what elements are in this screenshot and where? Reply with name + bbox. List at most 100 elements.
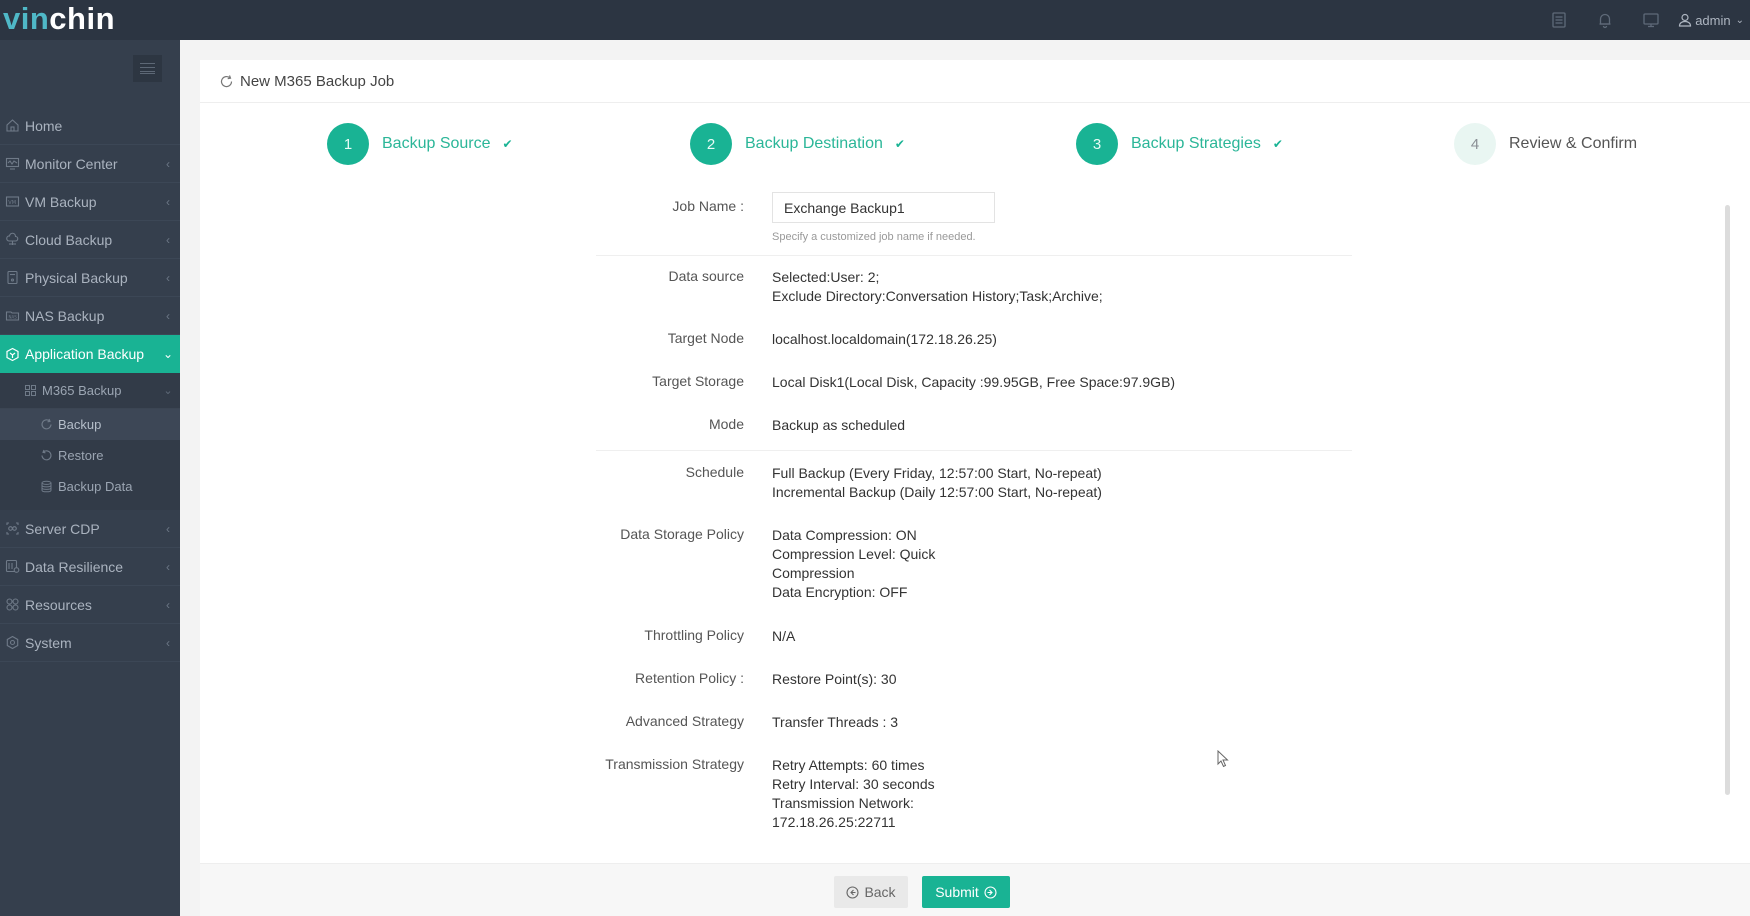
sidebar-item-cloud-backup[interactable]: Cloud Backup ‹: [0, 221, 180, 259]
step-backup-strategies[interactable]: 3 Backup Strategies ✔: [1076, 123, 1283, 165]
field-value: Local Disk1(Local Disk, Capacity :99.95G…: [772, 374, 1176, 390]
resilience-icon: [0, 559, 25, 574]
step-review-confirm[interactable]: 4 Review & Confirm: [1454, 123, 1637, 165]
checkmark-icon: ✔: [1272, 137, 1283, 151]
value-line: 172.18.26.25:22711: [772, 814, 896, 830]
vertical-scrollbar[interactable]: [1725, 205, 1730, 795]
step-label: Backup Strategies: [1131, 135, 1261, 152]
submenu-item-backup[interactable]: Backup: [0, 409, 180, 440]
sidebar: Home Monitor Center ‹ VM VM Backup ‹ Clo…: [0, 40, 180, 916]
step-label: Backup Destination: [745, 135, 883, 152]
value-line: Compression Level: Quick: [772, 546, 936, 562]
sidebar-toggle-button[interactable]: [133, 55, 162, 82]
field-label: Transmission Strategy: [605, 756, 744, 772]
submenu-item-backup-data[interactable]: Backup Data: [0, 471, 180, 502]
row-data-source: Data source Selected:User: 2; Exclude Di…: [200, 268, 1750, 306]
back-button[interactable]: Back: [834, 876, 908, 908]
sidebar-item-monitor-center[interactable]: Monitor Center ‹: [0, 145, 180, 183]
chevron-left-icon: ‹: [166, 521, 170, 536]
sidebar-item-resources[interactable]: Resources ‹: [0, 586, 180, 624]
task-list-icon[interactable]: [1536, 0, 1582, 40]
cdp-icon: [0, 521, 25, 536]
app-icon: [0, 347, 25, 362]
submit-button[interactable]: Submit: [922, 876, 1010, 908]
sidebar-nav: Home Monitor Center ‹ VM VM Backup ‹ Clo…: [0, 107, 180, 662]
job-wizard-card: New M365 Backup Job 1 Backup Source ✔ 2 …: [200, 60, 1750, 916]
sidebar-item-home[interactable]: Home: [0, 107, 180, 145]
sidebar-item-label: Application Backup: [25, 346, 145, 362]
sidebar-item-system[interactable]: System ‹: [0, 624, 180, 662]
vm-icon: VM: [0, 194, 25, 209]
submenu-label: M365 Backup: [42, 383, 122, 398]
sidebar-item-data-resilience[interactable]: Data Resilience ‹: [0, 548, 180, 586]
svg-text:VM: VM: [8, 200, 16, 206]
step-label: Review & Confirm: [1509, 135, 1638, 152]
field-value: N/A: [772, 628, 796, 644]
svg-text:NAS: NAS: [9, 315, 18, 320]
submenu-item-label: Backup: [58, 417, 102, 432]
sidebar-item-label: NAS Backup: [25, 307, 105, 324]
restore-icon: [40, 449, 58, 462]
sidebar-item-label: Monitor Center: [25, 155, 118, 172]
bell-icon[interactable]: [1582, 0, 1628, 40]
application-backup-submenu: M365 Backup ⌄ Backup Restore Backup Data: [0, 373, 180, 510]
row-retention-policy: Retention Policy : Restore Point(s): 30: [200, 670, 1750, 689]
hamburger-icon: [140, 63, 155, 74]
submenu-m365-backup[interactable]: M365 Backup ⌄: [0, 373, 180, 409]
main-content: New M365 Backup Job 1 Backup Source ✔ 2 …: [180, 40, 1750, 916]
row-target-node: Target Node localhost.localdomain(172.18…: [200, 330, 1750, 349]
sidebar-item-server-cdp[interactable]: Server CDP ‹: [0, 510, 180, 548]
user-icon: [1679, 13, 1692, 27]
sidebar-item-application-backup[interactable]: Application Backup ⌄: [0, 335, 180, 373]
chevron-left-icon: ‹: [166, 597, 170, 612]
step-label: Backup Source: [382, 135, 491, 152]
job-name-input[interactable]: [772, 192, 995, 223]
sidebar-item-label: Resources: [25, 596, 92, 613]
sidebar-item-label: System: [25, 634, 72, 651]
page-title: New M365 Backup Job: [240, 72, 395, 90]
field-label: Throttling Policy: [644, 627, 744, 643]
field-label: Schedule: [685, 464, 744, 480]
value-line: Transmission Network:: [772, 795, 914, 811]
vinchin-logo[interactable]: vinchin: [3, 0, 115, 40]
sidebar-item-physical-backup[interactable]: Physical Backup ‹: [0, 259, 180, 297]
field-value: Data Compression: ON Compression Level: …: [772, 526, 935, 602]
sidebar-item-vm-backup[interactable]: VM VM Backup ‹: [0, 183, 180, 221]
value-line: Exclude Directory:Conversation History;T…: [772, 288, 1103, 304]
step-number: 2: [690, 123, 732, 165]
step-backup-source[interactable]: 1 Backup Source ✔: [327, 123, 513, 165]
divider: [596, 450, 1352, 451]
sidebar-item-label: Data Resilience: [25, 558, 124, 575]
nas-icon: NAS: [0, 308, 25, 323]
submenu-item-restore[interactable]: Restore: [0, 440, 180, 471]
chevron-down-icon: ⌄: [163, 385, 173, 397]
home-icon: [0, 118, 25, 133]
row-schedule: Schedule Full Backup (Every Friday, 12:5…: [200, 464, 1750, 502]
sidebar-item-nas-backup[interactable]: NAS NAS Backup ‹: [0, 297, 180, 335]
field-value: Transfer Threads : 3: [772, 714, 899, 730]
row-throttling-policy: Throttling Policy N/A: [200, 627, 1750, 646]
top-icons: admin ⌄: [1536, 0, 1750, 40]
monitor-icon[interactable]: [1628, 0, 1674, 40]
row-target-storage: Target Storage Local Disk1(Local Disk, C…: [200, 373, 1750, 392]
step-number: 3: [1076, 123, 1118, 165]
chevron-down-icon: ⌄: [162, 347, 174, 361]
value-line: Retry Attempts: 60 times: [772, 757, 925, 773]
user-menu[interactable]: admin ⌄: [1674, 0, 1750, 40]
value-line: Full Backup (Every Friday, 12:57:00 Star…: [772, 465, 1102, 481]
logo-text-part2: chin: [49, 1, 116, 36]
step-backup-destination[interactable]: 2 Backup Destination ✔: [690, 123, 905, 165]
field-value: localhost.localdomain(172.18.26.25): [772, 331, 997, 347]
divider: [596, 255, 1352, 256]
chevron-left-icon: ‹: [166, 156, 170, 171]
field-label: Mode: [708, 416, 744, 432]
wizard-steps: 1 Backup Source ✔ 2 Backup Destination ✔…: [200, 123, 1750, 165]
row-data-storage-policy: Data Storage Policy Data Compression: ON…: [200, 526, 1750, 602]
circle-arrow-left-icon: [846, 885, 859, 899]
value-line: Selected:User: 2;: [772, 269, 880, 285]
sidebar-item-label: Cloud Backup: [25, 231, 113, 248]
field-label: Data source: [668, 268, 744, 284]
checkmark-icon: ✔: [894, 137, 905, 151]
gear-icon: [0, 635, 25, 650]
mouse-cursor-icon: [1217, 750, 1229, 768]
